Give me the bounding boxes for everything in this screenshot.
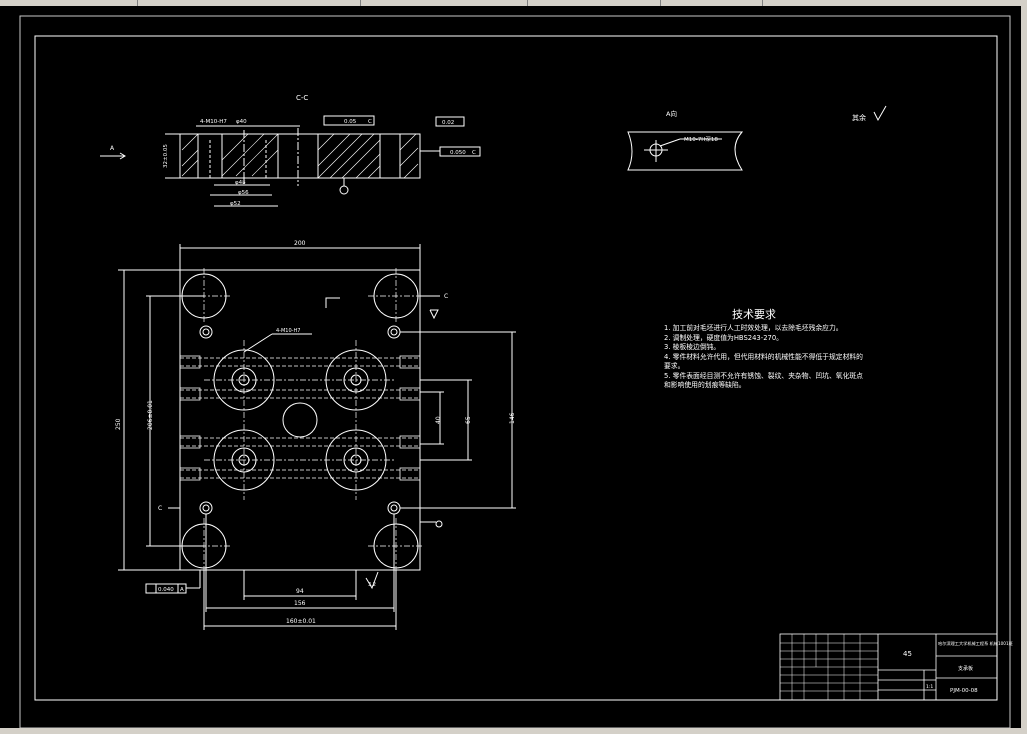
section-cc-label: C-C <box>296 94 308 102</box>
plan-view: 200 250 206±0.01 C C 4-M10-H7 146 40 65 … <box>115 240 516 630</box>
section-outline <box>179 133 421 179</box>
pin-hole-tl <box>199 325 213 339</box>
datum-a-symbol-plan <box>435 520 443 528</box>
view-a-label: A向 <box>666 109 677 118</box>
bottom-tolerance-datum: A <box>180 587 184 593</box>
dim-bottom-94: 94 <box>296 588 304 595</box>
tech-note-item: 5. 零件表面经目测不允许有锈蚀、裂纹、夹杂物、凹坑、氧化斑点和影响使用的划痕等… <box>664 371 863 390</box>
remaining-roughness-label: 其余 <box>852 113 866 122</box>
drawing-svg: C-C φ48 φ56 φ52 φ40 4-M10-H7 32±0.05 0.0… <box>19 15 1013 729</box>
roughness-value: 3.2 <box>368 582 376 588</box>
bottom-tolerance-value: 0.040 <box>158 587 174 593</box>
tech-note-item: 2. 调制处理，硬度值为HBS243-270。 <box>664 333 783 342</box>
dim-bottom-156: 156 <box>294 600 306 607</box>
view-arrow-a: A <box>110 145 115 152</box>
dim-depth: 32±0.05 <box>163 144 169 168</box>
dim-phi40: φ40 <box>236 119 247 125</box>
view-a-detail: A向 M10-7H深18 其余 <box>627 105 887 171</box>
thread-callout: M10-7H深18 <box>684 135 718 143</box>
datum-a-symbol <box>339 185 349 195</box>
horizontal-scrollbar[interactable] <box>0 728 1027 734</box>
dim-right-146: 146 <box>509 412 516 424</box>
school-cell: 哈尔滨理工大学机械工程系 机械1001班 <box>938 640 1013 647</box>
tech-notes-list: 1. 加工前对毛坯进行人工时效处理，以去除毛坯残余应力。 2. 调制处理，硬度值… <box>664 324 864 391</box>
tech-note-item: 1. 加工前对毛坯进行人工时效处理，以去除毛坯残余应力。 <box>664 324 843 332</box>
pin-hole-br <box>387 501 401 515</box>
section-mark-c-left: C <box>158 505 162 512</box>
tolerance-value-3: 0.050 <box>450 150 466 156</box>
dim-right-40: 40 <box>435 416 442 424</box>
dim-right-65: 65 <box>465 416 472 424</box>
title-block: 45 哈尔滨理工大学机械工程系 机械1001班 支承板 PJM-00-08 1:… <box>779 633 1013 701</box>
tolerance-datum-3: C <box>472 150 476 156</box>
tech-notes-title: 技术要求 <box>732 308 776 321</box>
dim-bottom-160: 160±0.01 <box>286 618 316 625</box>
drawing-canvas[interactable]: C-C φ48 φ56 φ52 φ40 4-M10-H7 32±0.05 0.0… <box>0 6 1021 729</box>
tolerance-value-2: 0.02 <box>442 120 454 126</box>
tolerance-datum-1: C <box>368 119 372 125</box>
vertical-scrollbar[interactable] <box>1021 6 1027 728</box>
dim-width-top: 200 <box>294 240 306 247</box>
material-cell: 45 <box>903 650 912 658</box>
tolerance-value-1: 0.05 <box>344 119 357 125</box>
drawing-number-cell: PJM-00-08 <box>950 688 978 694</box>
sprue-hole <box>282 402 318 438</box>
section-corner-mark <box>325 297 340 308</box>
roughness-symbol-icon <box>873 105 887 122</box>
dim-phi52: φ52 <box>230 201 241 207</box>
pin-hole-bl <box>199 501 213 515</box>
scale-cell: 1:1 <box>926 684 933 690</box>
section-mark-c-right: C <box>444 293 448 300</box>
plan-hole-callout: 4-M10-H7 <box>276 328 300 334</box>
section-cc-view: C-C φ48 φ56 φ52 φ40 4-M10-H7 32±0.05 0.0… <box>100 94 481 207</box>
tech-note-item: 4. 零件材料允许代用，但代用材料的机械性能不得低于规定材料的要求。 <box>664 352 863 371</box>
dim-phi56: φ56 <box>238 190 249 196</box>
callout-4-m10: 4-M10-H7 <box>200 119 227 125</box>
pin-hole-tr <box>387 325 401 339</box>
dim-phi48: φ48 <box>235 180 246 186</box>
dim-inner-left: 206±0.01 <box>147 400 154 430</box>
dim-height-left: 250 <box>115 418 122 430</box>
datum-triangle-icon <box>429 309 439 320</box>
part-name-cell: 支承板 <box>958 665 973 672</box>
tech-note-item: 3. 棱板棱边倒钝。 <box>664 343 721 351</box>
